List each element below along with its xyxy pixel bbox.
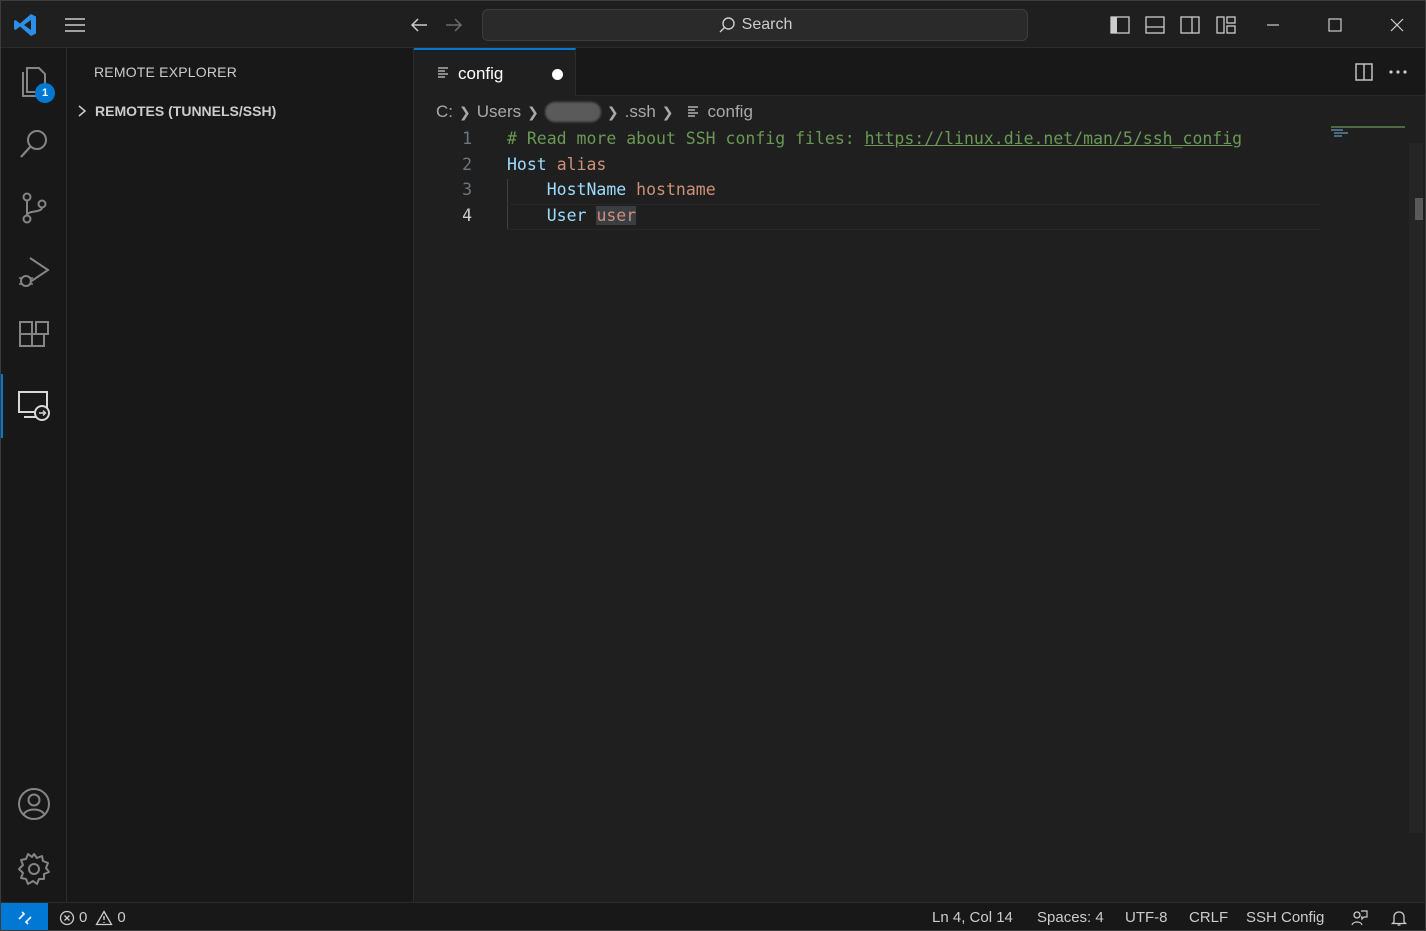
sidebar-title: REMOTE EXPLORER bbox=[94, 64, 238, 80]
user-keyword: User bbox=[546, 206, 587, 225]
vscode-logo-icon bbox=[11, 11, 39, 39]
tab-label: config bbox=[458, 64, 504, 83]
customize-layout-icon[interactable] bbox=[1213, 13, 1239, 37]
redacted-username bbox=[544, 102, 601, 122]
host-value: alias bbox=[556, 155, 607, 174]
more-actions-icon[interactable] bbox=[1386, 60, 1410, 84]
explorer-button[interactable]: 1 bbox=[1, 48, 67, 112]
extensions-icon bbox=[19, 321, 49, 347]
user-value: user bbox=[596, 206, 637, 225]
remote-explorer-icon bbox=[18, 391, 50, 421]
manage-button[interactable] bbox=[1, 837, 67, 901]
vertical-scrollbar[interactable] bbox=[1409, 143, 1423, 833]
tab-bar: config bbox=[414, 48, 1425, 96]
feedback-icon[interactable] bbox=[1347, 906, 1371, 930]
toggle-primary-sidebar-icon[interactable] bbox=[1107, 13, 1133, 37]
hostname-value: hostname bbox=[636, 180, 716, 199]
code-line: 2 Host alias bbox=[414, 152, 1425, 177]
remotes-section-label: REMOTES (TUNNELS/SSH) bbox=[95, 103, 277, 119]
breadcrumb-users[interactable]: Users bbox=[477, 102, 521, 122]
search-label: Search bbox=[741, 16, 793, 33]
account-icon bbox=[18, 788, 50, 820]
accounts-button[interactable] bbox=[1, 772, 67, 836]
code-line: 4 User user bbox=[414, 203, 1425, 228]
extensions-button[interactable] bbox=[1, 304, 67, 368]
chevron-right-icon: ❯ bbox=[661, 103, 674, 120]
search-icon bbox=[20, 130, 47, 158]
remote-indicator-button[interactable] bbox=[1, 903, 48, 930]
chevron-right-icon bbox=[78, 105, 87, 117]
error-icon bbox=[59, 910, 75, 925]
unsaved-dot-icon[interactable] bbox=[552, 69, 563, 80]
breadcrumb-file[interactable]: config bbox=[708, 102, 753, 122]
remote-explorer-button[interactable] bbox=[1, 374, 67, 438]
breadcrumb-ssh[interactable]: .ssh bbox=[625, 102, 656, 122]
bell-icon[interactable] bbox=[1387, 906, 1411, 930]
maximize-icon[interactable] bbox=[1321, 13, 1349, 37]
error-count: 0 bbox=[79, 909, 88, 926]
title-bar: Search bbox=[1, 1, 1425, 48]
minimize-icon[interactable] bbox=[1259, 13, 1287, 37]
warning-count: 0 bbox=[117, 909, 126, 926]
editor-area: config C: ❯ Users ❯ ❯ .ssh ❯ config 1 # … bbox=[414, 48, 1425, 902]
breadcrumb-drive[interactable]: C: bbox=[436, 102, 453, 122]
scrollbar-thumb[interactable] bbox=[1415, 198, 1423, 220]
back-arrow-icon[interactable] bbox=[406, 13, 432, 37]
source-control-button[interactable] bbox=[1, 176, 67, 240]
explorer-badge: 1 bbox=[35, 83, 55, 103]
menu-icon[interactable] bbox=[61, 13, 89, 37]
config-doc-link[interactable]: https://linux.die.net/man/5/ssh_config bbox=[865, 129, 1243, 148]
problems-indicator[interactable]: 0 0 bbox=[59, 909, 126, 926]
sidebar: REMOTE EXPLORER REMOTES (TUNNELS/SSH) bbox=[67, 48, 414, 902]
file-lines-icon bbox=[687, 106, 698, 117]
status-bar: 0 0 Ln 4, Col 14 Spaces: 4 UTF-8 CRLF SS… bbox=[1, 902, 1425, 930]
breadcrumb: C: ❯ Users ❯ ❯ .ssh ❯ config bbox=[436, 101, 753, 123]
warning-icon bbox=[95, 909, 113, 925]
search-icon bbox=[719, 17, 735, 33]
close-icon[interactable] bbox=[1383, 13, 1411, 37]
line-number: 3 bbox=[462, 180, 472, 199]
gear-icon bbox=[18, 853, 50, 885]
file-lines-icon bbox=[438, 67, 448, 78]
hostname-keyword: HostName bbox=[546, 180, 627, 199]
comment-text: # Read more about SSH config files: bbox=[507, 129, 865, 148]
toggle-secondary-sidebar-icon[interactable] bbox=[1177, 13, 1203, 37]
line-number: 2 bbox=[462, 155, 472, 174]
chevron-right-icon: ❯ bbox=[459, 103, 471, 120]
run-debug-button[interactable] bbox=[1, 240, 67, 304]
line-number: 1 bbox=[462, 129, 472, 148]
indentation-setting[interactable]: Spaces: 4 bbox=[1037, 909, 1104, 926]
remote-icon bbox=[17, 910, 32, 925]
run-debug-icon bbox=[19, 257, 50, 287]
chevron-right-icon: ❯ bbox=[527, 103, 539, 120]
cursor-position[interactable]: Ln 4, Col 14 bbox=[932, 909, 1013, 926]
chevron-right-icon: ❯ bbox=[606, 103, 619, 120]
eol-setting[interactable]: CRLF bbox=[1189, 909, 1228, 926]
source-control-icon bbox=[22, 192, 47, 224]
minimap[interactable] bbox=[1329, 126, 1409, 146]
encoding-setting[interactable]: UTF-8 bbox=[1125, 909, 1168, 926]
code-line: 1 # Read more about SSH config files: ht… bbox=[414, 126, 1425, 151]
vscode-window: Search 1 REMOTE EXPLORER REMOTES (TUNNEL… bbox=[0, 0, 1426, 931]
host-keyword: Host bbox=[507, 155, 547, 174]
forward-arrow-icon[interactable] bbox=[441, 13, 467, 37]
search-view-button[interactable] bbox=[1, 112, 67, 176]
line-number: 4 bbox=[462, 206, 472, 225]
code-line: 3 HostName hostname bbox=[414, 177, 1425, 202]
language-mode[interactable]: SSH Config bbox=[1246, 909, 1324, 926]
split-editor-icon[interactable] bbox=[1352, 60, 1376, 84]
activity-bar: 1 bbox=[1, 48, 67, 902]
command-center-search[interactable]: Search bbox=[482, 9, 1028, 41]
toggle-panel-icon[interactable] bbox=[1142, 13, 1168, 37]
tab-config[interactable]: config bbox=[414, 48, 576, 96]
remotes-section-header[interactable]: REMOTES (TUNNELS/SSH) bbox=[75, 99, 276, 123]
